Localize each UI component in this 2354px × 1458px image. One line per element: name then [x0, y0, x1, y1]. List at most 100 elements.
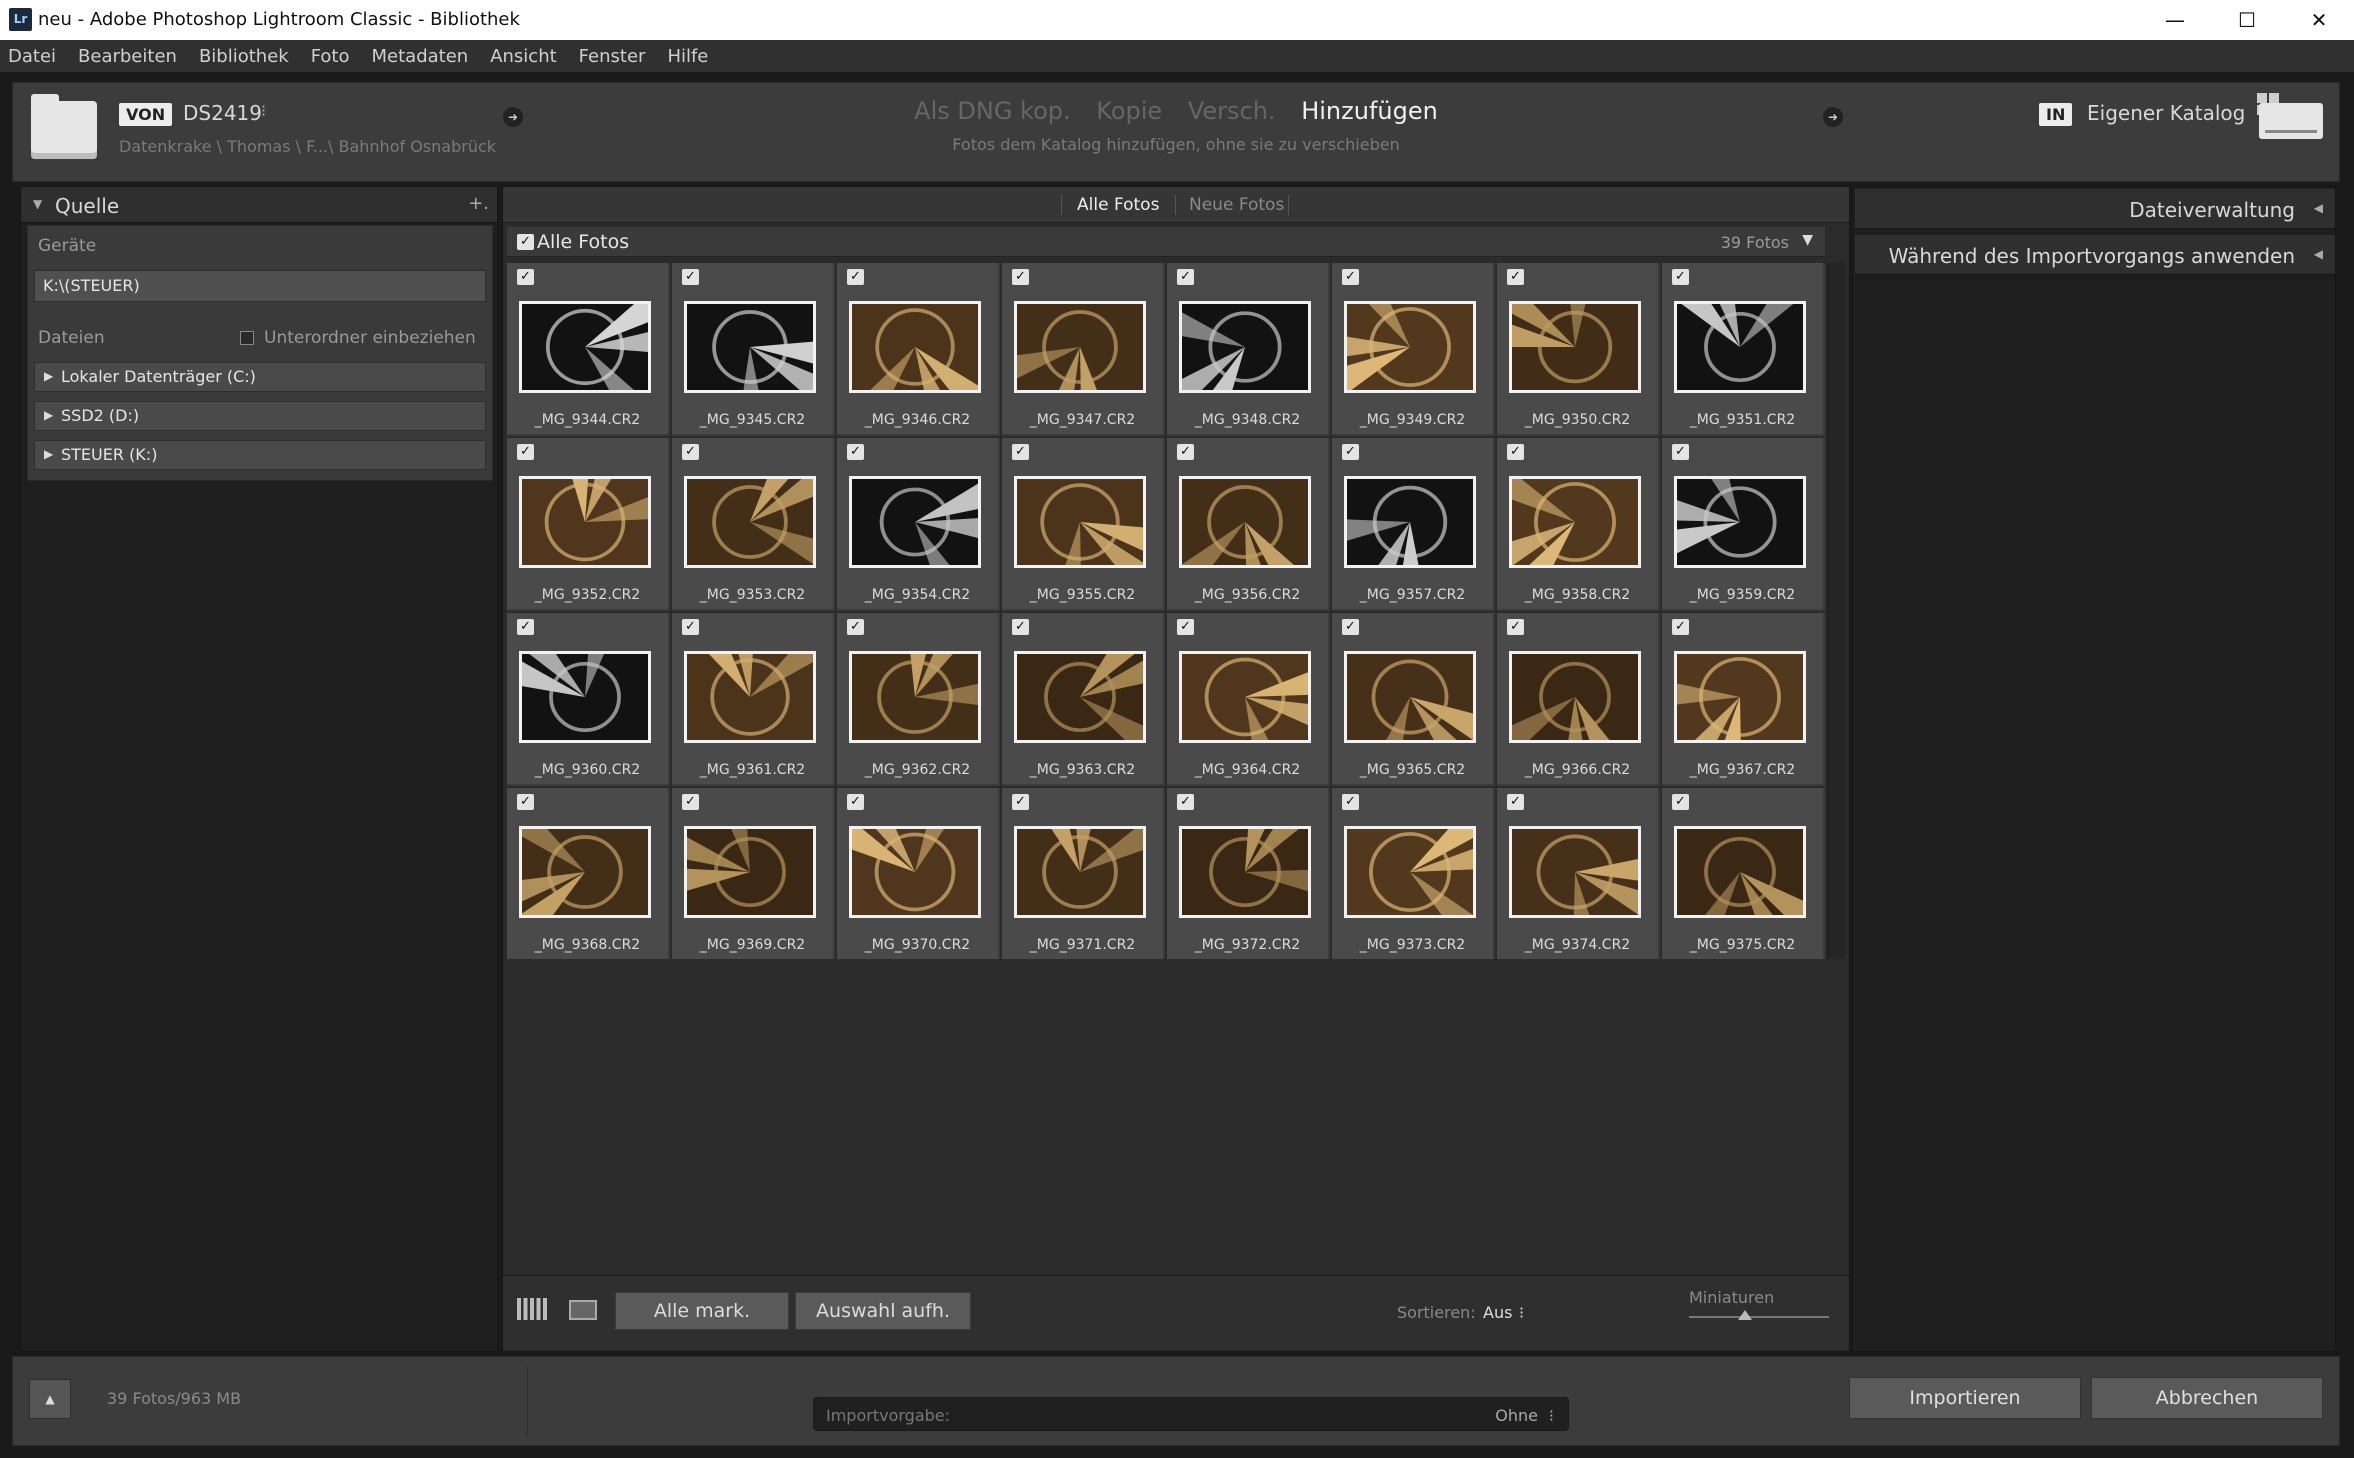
- photo-thumbnail[interactable]: [1179, 826, 1311, 918]
- thumbnail-cell[interactable]: ✓ _MG_9367.CR2: [1662, 613, 1825, 786]
- menu-fenster[interactable]: Fenster: [579, 46, 646, 67]
- menu-bearbeiten[interactable]: Bearbeiten: [78, 46, 177, 67]
- thumbnail-cell[interactable]: ✓ _MG_9351.CR2: [1662, 263, 1825, 436]
- photo-thumbnail[interactable]: [849, 476, 981, 568]
- photo-thumbnail[interactable]: [1014, 826, 1146, 918]
- thumbnail-cell[interactable]: ✓ _MG_9354.CR2: [837, 438, 1000, 611]
- photo-thumbnail[interactable]: [1179, 301, 1311, 393]
- thumbnail-cell[interactable]: ✓ _MG_9358.CR2: [1497, 438, 1660, 611]
- sort-arrow[interactable]: ⁝: [1519, 1303, 1524, 1322]
- photo-thumbnail[interactable]: [1014, 301, 1146, 393]
- collapse-triangle-icon[interactable]: ◀: [2314, 201, 2323, 215]
- photo-include-checkbox[interactable]: ✓: [1342, 619, 1359, 635]
- mode-copy[interactable]: Kopie: [1096, 97, 1162, 125]
- photo-thumbnail[interactable]: [1674, 826, 1806, 918]
- device-item-steuer[interactable]: K:\(STEUER): [34, 270, 486, 302]
- photo-thumbnail[interactable]: [519, 651, 651, 743]
- tab-all-photos[interactable]: Alle Fotos: [1077, 195, 1159, 215]
- thumbnail-cell[interactable]: ✓ _MG_9364.CR2: [1167, 613, 1330, 786]
- mode-move[interactable]: Versch.: [1188, 97, 1276, 125]
- expand-up-icon[interactable]: ▲: [29, 1379, 71, 1419]
- thumbnail-cell[interactable]: ✓ _MG_9357.CR2: [1332, 438, 1495, 611]
- photo-thumbnail[interactable]: [1509, 651, 1641, 743]
- photo-thumbnail[interactable]: [1674, 651, 1806, 743]
- photo-include-checkbox[interactable]: ✓: [1012, 444, 1029, 460]
- photo-include-checkbox[interactable]: ✓: [517, 444, 534, 460]
- thumbnail-cell[interactable]: ✓ _MG_9365.CR2: [1332, 613, 1495, 786]
- thumbnail-cell[interactable]: ✓ _MG_9344.CR2: [507, 263, 670, 436]
- thumbnail-cell[interactable]: ✓ _MG_9366.CR2: [1497, 613, 1660, 786]
- photo-include-checkbox[interactable]: ✓: [1012, 619, 1029, 635]
- thumbnail-cell[interactable]: ✓ _MG_9348.CR2: [1167, 263, 1330, 436]
- photo-thumbnail[interactable]: [1344, 301, 1476, 393]
- expand-triangle-icon[interactable]: ▶: [44, 369, 53, 383]
- photo-include-checkbox[interactable]: ✓: [517, 619, 534, 635]
- photo-thumbnail[interactable]: [849, 651, 981, 743]
- close-icon[interactable]: ✕: [2284, 0, 2354, 40]
- uncheck-all-button[interactable]: Auswahl aufh.: [795, 1292, 971, 1330]
- photo-include-checkbox[interactable]: ✓: [682, 619, 699, 635]
- photo-include-checkbox[interactable]: ✓: [1012, 794, 1029, 810]
- photo-include-checkbox[interactable]: ✓: [1672, 444, 1689, 460]
- thumbnail-size-slider[interactable]: [1689, 1310, 1829, 1320]
- thumbnail-cell[interactable]: ✓ _MG_9345.CR2: [672, 263, 835, 436]
- photo-include-checkbox[interactable]: ✓: [1672, 269, 1689, 285]
- thumbnail-cell[interactable]: ✓ _MG_9373.CR2: [1332, 788, 1495, 959]
- minimize-icon[interactable]: —: [2140, 0, 2210, 40]
- import-preset-select[interactable]: Importvorgabe: Ohne ⁝: [813, 1397, 1569, 1431]
- collapse-triangle-icon[interactable]: ▼: [33, 197, 42, 211]
- photo-include-checkbox[interactable]: ✓: [1507, 444, 1524, 460]
- thumbnail-cell[interactable]: ✓ _MG_9370.CR2: [837, 788, 1000, 959]
- photo-thumbnail[interactable]: [1509, 476, 1641, 568]
- mode-dng-copy[interactable]: Als DNG kop.: [914, 97, 1070, 125]
- photo-include-checkbox[interactable]: ✓: [682, 794, 699, 810]
- photo-include-checkbox[interactable]: ✓: [1507, 619, 1524, 635]
- source-panel-header[interactable]: ▼ Quelle +.: [21, 187, 497, 223]
- photo-thumbnail[interactable]: [849, 826, 981, 918]
- photo-include-checkbox[interactable]: ✓: [517, 269, 534, 285]
- photo-include-checkbox[interactable]: ✓: [682, 269, 699, 285]
- grid-scrollbar[interactable]: [1827, 263, 1845, 959]
- menu-ansicht[interactable]: Ansicht: [490, 46, 556, 67]
- menu-foto[interactable]: Foto: [311, 46, 350, 67]
- import-button[interactable]: Importieren: [1849, 1377, 2081, 1419]
- menu-metadaten[interactable]: Metadaten: [372, 46, 469, 67]
- photo-thumbnail[interactable]: [519, 476, 651, 568]
- thumbnail-cell[interactable]: ✓ _MG_9375.CR2: [1662, 788, 1825, 959]
- photo-include-checkbox[interactable]: ✓: [1012, 269, 1029, 285]
- photo-thumbnail[interactable]: [519, 301, 651, 393]
- photo-thumbnail[interactable]: [1179, 476, 1311, 568]
- photo-include-checkbox[interactable]: ✓: [1177, 444, 1194, 460]
- photo-include-checkbox[interactable]: ✓: [1177, 269, 1194, 285]
- photo-include-checkbox[interactable]: ✓: [1342, 444, 1359, 460]
- mode-add[interactable]: Hinzufügen: [1301, 97, 1438, 125]
- expand-triangle-icon[interactable]: ▶: [44, 408, 53, 422]
- photo-thumbnail[interactable]: [1674, 476, 1806, 568]
- thumbnail-cell[interactable]: ✓ _MG_9361.CR2: [672, 613, 835, 786]
- photo-thumbnail[interactable]: [684, 301, 816, 393]
- thumbnail-cell[interactable]: ✓ _MG_9374.CR2: [1497, 788, 1660, 959]
- include-subfolders-checkbox[interactable]: [240, 331, 254, 345]
- drive-item-d[interactable]: ▶ SSD2 (D:): [34, 401, 486, 431]
- thumbnail-cell[interactable]: ✓ _MG_9349.CR2: [1332, 263, 1495, 436]
- photo-thumbnail[interactable]: [1179, 651, 1311, 743]
- photo-thumbnail[interactable]: [519, 826, 651, 918]
- thumbnail-cell[interactable]: ✓ _MG_9369.CR2: [672, 788, 835, 959]
- thumbnail-cell[interactable]: ✓ _MG_9363.CR2: [1002, 613, 1165, 786]
- slider-handle[interactable]: [1738, 1310, 1752, 1320]
- thumbnail-cell[interactable]: ✓ _MG_9372.CR2: [1167, 788, 1330, 959]
- maximize-icon[interactable]: ☐: [2212, 0, 2282, 40]
- menu-datei[interactable]: Datei: [8, 46, 56, 67]
- thumbnail-cell[interactable]: ✓ _MG_9368.CR2: [507, 788, 670, 959]
- drive-item-k[interactable]: ▶ STEUER (K:): [34, 440, 486, 470]
- photo-include-checkbox[interactable]: ✓: [1507, 269, 1524, 285]
- photo-include-checkbox[interactable]: ✓: [847, 794, 864, 810]
- photo-include-checkbox[interactable]: ✓: [847, 619, 864, 635]
- include-subfolders-label[interactable]: Unterordner einbeziehen: [264, 328, 476, 348]
- thumbnail-cell[interactable]: ✓ _MG_9360.CR2: [507, 613, 670, 786]
- photo-thumbnail[interactable]: [684, 651, 816, 743]
- cancel-button[interactable]: Abbrechen: [2091, 1377, 2323, 1419]
- thumbnail-cell[interactable]: ✓ _MG_9359.CR2: [1662, 438, 1825, 611]
- photo-include-checkbox[interactable]: ✓: [682, 444, 699, 460]
- drive-item-c[interactable]: ▶ Lokaler Datenträger (C:): [34, 362, 486, 392]
